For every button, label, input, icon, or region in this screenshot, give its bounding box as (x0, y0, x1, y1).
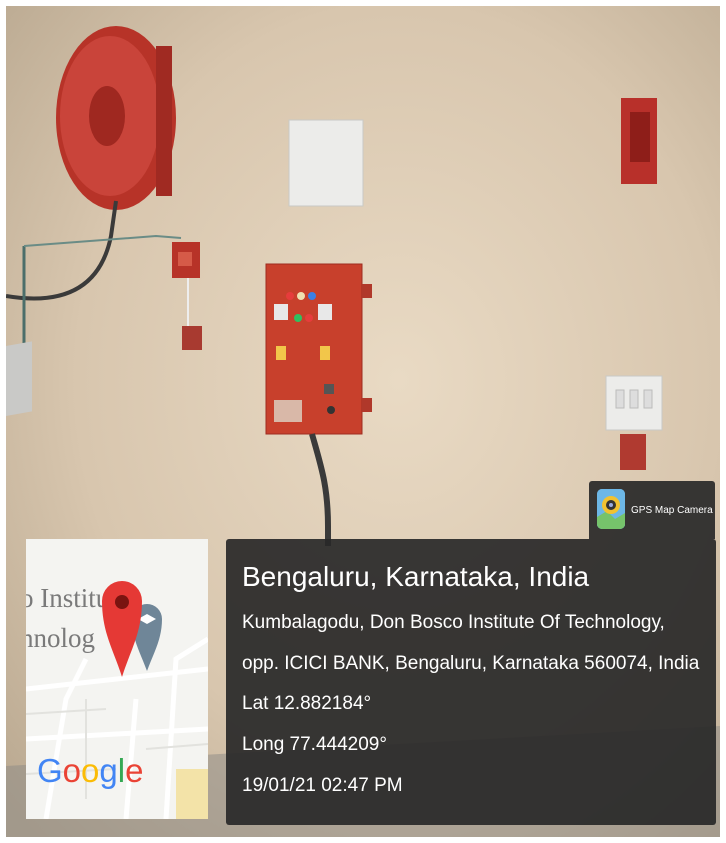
fire-hose-reel (56, 26, 176, 210)
map-label-line-1: o Institu (26, 583, 110, 613)
google-logo: Google (37, 752, 144, 789)
address-line-2: opp. ICICI BANK, Bengaluru, Karnataka 56… (242, 653, 700, 674)
location-title: Bengaluru, Karnataka, India (242, 561, 590, 592)
address-line-1: Kumbalagodu, Don Bosco Institute Of Tech… (242, 612, 665, 633)
gps-map-camera-app-icon (597, 489, 625, 529)
latitude-text: Lat 12.882184° (242, 693, 372, 714)
photo-frame: GPS Map Camera Bengaluru, Karnataka, Ind… (6, 6, 720, 837)
timestamp-text: 19/01/21 02:47 PM (242, 775, 403, 796)
longitude-text: Long 77.444209° (242, 734, 387, 755)
map-label-line-2: hnolog (26, 623, 96, 653)
fire-alarm-control-panel (265, 263, 372, 435)
location-info-panel: Bengaluru, Karnataka, India Kumbalagodu,… (226, 539, 716, 825)
gps-camera-badge: GPS Map Camera (589, 481, 715, 539)
mini-map: o Institu hnolog Google (26, 539, 208, 819)
badge-label: GPS Map Camera (631, 505, 713, 516)
map-pin-icon (102, 581, 142, 677)
